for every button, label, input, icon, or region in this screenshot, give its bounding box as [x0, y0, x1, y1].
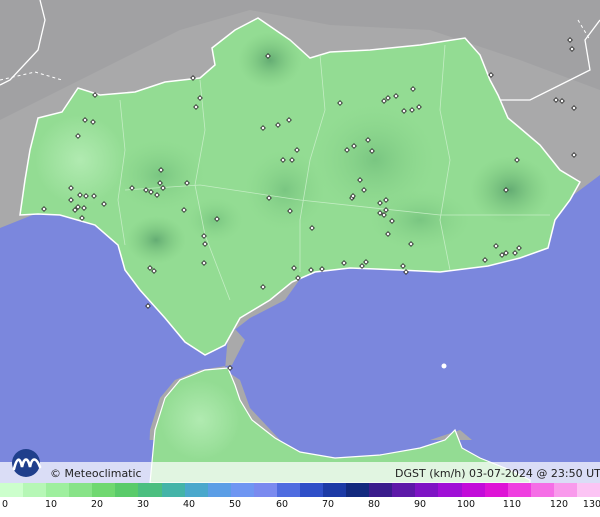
legend-swatch — [207, 483, 231, 497]
legend-color-strip — [0, 483, 600, 497]
legend-swatch — [69, 483, 93, 497]
legend-tick-label: 10 — [44, 499, 58, 510]
legend-tick-label: 30 — [136, 499, 150, 510]
legend-swatch — [23, 483, 47, 497]
legend-swatch — [415, 483, 439, 497]
legend-tick-label: 100 — [456, 499, 476, 510]
credit-text: © Meteoclimatic — [50, 467, 142, 480]
legend-tick-label: 110 — [502, 499, 522, 510]
legend-swatch — [138, 483, 162, 497]
legend-swatch — [0, 483, 24, 497]
legend-swatch — [576, 483, 600, 497]
legend-swatch — [553, 483, 577, 497]
legend-tick-label: 80 — [367, 499, 381, 510]
legend-tick-label: 60 — [275, 499, 289, 510]
legend-swatch — [484, 483, 508, 497]
meteoclimatic-logo-icon — [12, 449, 42, 477]
legend-swatch — [392, 483, 416, 497]
island — [441, 363, 447, 369]
legend-tick-label: 0 — [1, 499, 9, 510]
legend-swatch — [46, 483, 70, 497]
legend-tick-label: 90 — [413, 499, 427, 510]
wind-gust-map — [0, 0, 600, 483]
legend-swatch — [438, 483, 462, 497]
legend-swatch — [161, 483, 185, 497]
legend-tick-label: 130 — [582, 499, 600, 510]
legend-swatch — [530, 483, 554, 497]
legend-swatch — [230, 483, 254, 497]
legend-swatch — [346, 483, 370, 497]
legend-swatch — [276, 483, 301, 497]
legend-swatch — [507, 483, 531, 497]
legend-tick-label: 70 — [321, 499, 335, 510]
legend-swatch — [300, 483, 324, 497]
legend-swatch — [92, 483, 116, 497]
timestamp-label: 03-07-2024 @ 23:50 UTC — [469, 467, 600, 480]
legend-swatch — [184, 483, 208, 497]
color-legend: 0 10 20 30 40 50 60 70 80 90 100 110 120 130 — [0, 483, 600, 517]
legend-tick-label: 20 — [90, 499, 104, 510]
product-label: DGST (km/h) — [395, 467, 466, 480]
legend-swatch — [115, 483, 139, 497]
legend-tick-label: 120 — [549, 499, 569, 510]
legend-swatch — [253, 483, 277, 497]
legend-swatch — [323, 483, 347, 497]
legend-tick-label: 40 — [182, 499, 196, 510]
legend-tick-label: 50 — [228, 499, 242, 510]
legend-swatch — [461, 483, 485, 497]
legend-swatch — [369, 483, 393, 497]
